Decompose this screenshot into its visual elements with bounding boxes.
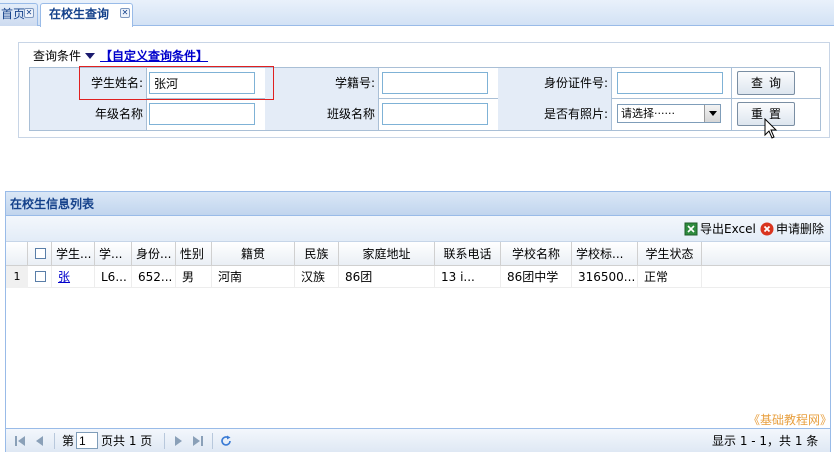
column-header[interactable]: 民族 bbox=[295, 242, 339, 266]
mouse-cursor-icon bbox=[764, 118, 778, 139]
triangle-down-icon[interactable] bbox=[85, 53, 96, 59]
id-no-label: 身份证件号: bbox=[498, 68, 611, 99]
prev-page-icon[interactable] bbox=[34, 435, 46, 447]
row-number: 1 bbox=[6, 266, 28, 288]
has-photo-select[interactable]: 请选择······ bbox=[617, 104, 721, 123]
first-page-icon[interactable] bbox=[14, 435, 26, 447]
query-header-label: 查询条件 bbox=[33, 49, 82, 63]
table-cell: 86团中学 bbox=[501, 266, 572, 288]
row-select-cell bbox=[28, 266, 52, 288]
table-row[interactable]: 1 张 L6... 652... 男 河南 汉族 86团 13 i... 86团… bbox=[6, 266, 830, 288]
last-page-icon[interactable] bbox=[192, 435, 204, 447]
table-cell: 86团 bbox=[339, 266, 435, 288]
watermark: 《基础教程网》 bbox=[748, 413, 833, 427]
page-total: 页共 1 页 bbox=[101, 434, 153, 448]
page-number-input[interactable] bbox=[76, 432, 98, 449]
column-header[interactable]: 身份... bbox=[132, 242, 176, 266]
page-prefix: 第 bbox=[62, 434, 75, 448]
list-title: 在校生信息列表 bbox=[6, 192, 830, 216]
grid-header: 学生... 学... 身份... 性别 籍贯 民族 家庭地址 联系电话 学校名称… bbox=[6, 242, 830, 266]
request-delete-button[interactable]: 申请删除 bbox=[760, 220, 824, 238]
table-cell: 汉族 bbox=[295, 266, 339, 288]
column-header[interactable]: 学校名称 bbox=[501, 242, 572, 266]
table-cell: L6... bbox=[95, 266, 132, 288]
student-no-cell bbox=[378, 68, 498, 99]
column-header[interactable]: 联系电话 bbox=[435, 242, 501, 266]
close-icon[interactable]: ✕ bbox=[24, 8, 34, 18]
pager: 第 页共 1 页 显示 1 - 1，共 1 条 bbox=[6, 428, 830, 452]
id-no-cell bbox=[611, 68, 731, 99]
student-name-link[interactable]: 张 bbox=[52, 266, 95, 288]
request-delete-label: 申请删除 bbox=[776, 222, 825, 236]
custom-query-link[interactable]: 【自定义查询条件】 bbox=[100, 49, 208, 63]
column-header[interactable]: 籍贯 bbox=[212, 242, 295, 266]
class-cell bbox=[378, 99, 498, 130]
search-cell: 查询 bbox=[731, 68, 820, 99]
column-header[interactable]: 学校标... bbox=[572, 242, 638, 266]
student-list-panel: 在校生信息列表 导出Excel 申请删除 学生... 学... 身份... 性别… bbox=[5, 191, 833, 452]
next-page-icon[interactable] bbox=[172, 435, 184, 447]
pager-separator bbox=[54, 433, 55, 449]
column-header[interactable]: 学生... bbox=[52, 242, 95, 266]
class-label: 班级名称 bbox=[265, 99, 378, 130]
table-cell: 652... bbox=[132, 266, 176, 288]
query-row-2: 年级名称 班级名称 是否有照片: 请选择······ 重置 bbox=[30, 99, 820, 130]
student-no-input[interactable] bbox=[382, 72, 488, 94]
highlight-box bbox=[79, 66, 274, 100]
page-summary: 显示 1 - 1，共 1 条 bbox=[712, 434, 819, 448]
table-cell: 13 i... bbox=[435, 266, 501, 288]
search-button[interactable]: 查询 bbox=[737, 71, 795, 95]
tab-student-query-label: 在校生查询 bbox=[49, 7, 110, 21]
refresh-icon[interactable] bbox=[220, 435, 232, 447]
column-header[interactable]: 家庭地址 bbox=[339, 242, 435, 266]
query-header: 查询条件 【自定义查询条件】 bbox=[33, 47, 208, 64]
chevron-down-icon[interactable] bbox=[704, 105, 720, 122]
delete-icon bbox=[760, 222, 774, 236]
has-photo-selected: 请选择······ bbox=[621, 107, 675, 120]
excel-icon bbox=[684, 222, 698, 236]
id-no-input[interactable] bbox=[617, 72, 723, 94]
tab-strip: 首页 ✕ 在校生查询 ✕ bbox=[0, 0, 834, 27]
table-cell: 河南 bbox=[212, 266, 295, 288]
export-excel-button[interactable]: 导出Excel bbox=[684, 220, 756, 238]
table-cell: 正常 bbox=[638, 266, 702, 288]
select-all-header bbox=[28, 242, 52, 266]
list-toolbar: 导出Excel 申请删除 bbox=[6, 216, 830, 242]
select-all-checkbox[interactable] bbox=[35, 248, 46, 259]
grade-cell bbox=[146, 99, 265, 130]
tab-student-query[interactable]: 在校生查询 ✕ bbox=[40, 3, 133, 27]
tab-home[interactable]: 首页 ✕ bbox=[0, 3, 38, 26]
close-icon[interactable]: ✕ bbox=[120, 8, 130, 18]
grade-label: 年级名称 bbox=[30, 99, 146, 130]
rownum-header bbox=[6, 242, 28, 266]
has-photo-cell: 请选择······ bbox=[611, 99, 731, 130]
class-input[interactable] bbox=[382, 103, 488, 125]
column-header[interactable]: 性别 bbox=[176, 242, 212, 266]
table-cell: 316500... bbox=[572, 266, 638, 288]
column-header[interactable]: 学生状态 bbox=[638, 242, 702, 266]
grade-input[interactable] bbox=[149, 103, 255, 125]
has-photo-label: 是否有照片: bbox=[498, 99, 611, 130]
tab-home-label: 首页 bbox=[1, 7, 26, 21]
pager-separator bbox=[212, 433, 213, 449]
column-header[interactable]: 学... bbox=[95, 242, 132, 266]
export-excel-label: 导出Excel bbox=[700, 222, 756, 236]
table-cell: 男 bbox=[176, 266, 212, 288]
pager-separator bbox=[164, 433, 165, 449]
row-checkbox[interactable] bbox=[35, 271, 46, 282]
student-no-label: 学籍号: bbox=[265, 68, 378, 99]
